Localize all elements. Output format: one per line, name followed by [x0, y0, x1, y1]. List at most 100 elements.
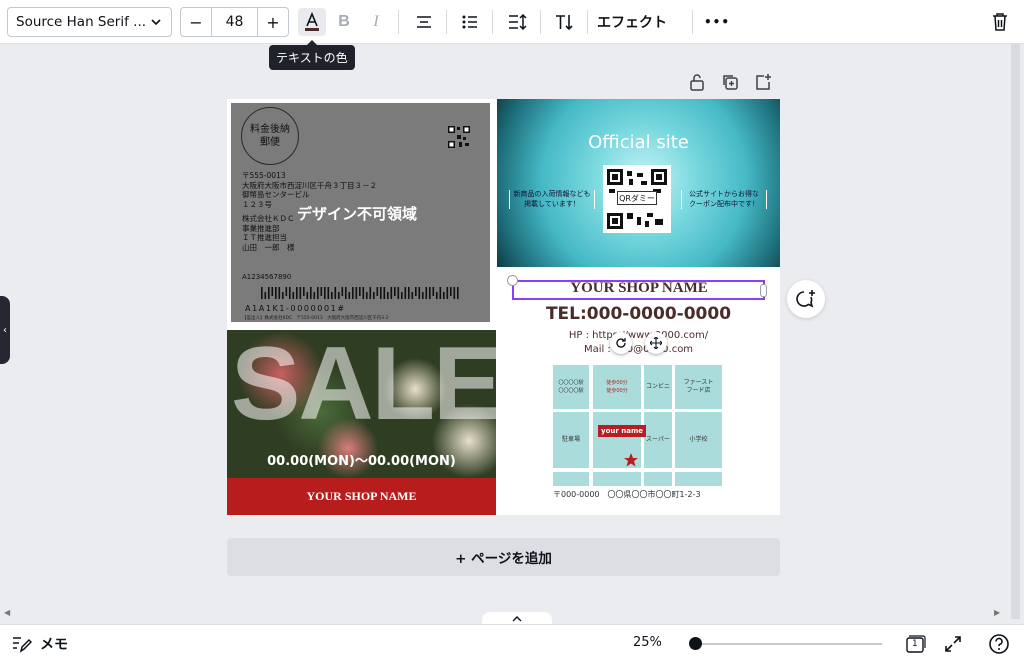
- shop-address[interactable]: 〒000-0000 〇〇県〇〇市〇〇町1-2-3: [553, 489, 701, 500]
- font-size-stepper: − 48 +: [180, 7, 289, 37]
- address-line: ＩＴ推進担当: [242, 233, 287, 242]
- barcode-number: A1234567890: [242, 273, 292, 281]
- map-station: 〇〇〇〇駅 〇〇〇〇駅: [553, 365, 589, 409]
- address-line: 山田 一郎 様: [242, 242, 295, 252]
- mail-text[interactable]: Mail : 000@0000.com: [497, 344, 780, 355]
- lock-page-button[interactable]: [686, 72, 708, 92]
- map-fastfood: ファースト フード店: [675, 365, 722, 409]
- map-block: [593, 472, 641, 486]
- sender-line: 【差出人】株式会社KDC 〒555-0013 大阪府大阪市西淀川区千舟3-2: [242, 316, 389, 321]
- notes-button[interactable]: メモ: [12, 634, 68, 654]
- sale-shop-name[interactable]: YOUR SHOP NAME: [227, 478, 496, 515]
- scrollbar-thumb[interactable]: [1011, 44, 1020, 619]
- move-icon: [650, 337, 662, 349]
- official-site-panel[interactable]: Official site 新商品の入荷情報なども 掲載しています！ 公式サイト…: [497, 99, 780, 267]
- text-color-icon: [305, 11, 319, 31]
- barcode-icon: [261, 287, 459, 299]
- homepage-text[interactable]: HP : https://www.0000.com/: [497, 330, 780, 341]
- help-icon: [989, 634, 1009, 654]
- chevron-down-icon: [151, 19, 161, 26]
- sale-dates: 00.00(MON)〜00.00(MON): [267, 454, 456, 469]
- align-button[interactable]: [410, 8, 438, 36]
- font-size-input[interactable]: 48: [211, 8, 258, 36]
- italic-icon: I: [373, 13, 379, 30]
- list-button[interactable]: [456, 8, 484, 36]
- vertical-text-icon: [556, 15, 573, 31]
- fullscreen-button[interactable]: [941, 632, 965, 656]
- qr-code: QRダミー: [603, 165, 671, 233]
- delete-button[interactable]: [986, 8, 1014, 36]
- no-design-area-label: デザイン不可領域: [297, 205, 418, 223]
- trash-icon: [993, 13, 1007, 31]
- address-area[interactable]: 料金後納 郵便 〒555-0013 大阪府大阪市西淀川区千舟３丁目３－２ 御幣島…: [231, 103, 490, 322]
- page-count: 1: [912, 639, 918, 649]
- sale-banner[interactable]: SALE 00.00(MON)〜00.00(MON): [227, 330, 496, 478]
- tel-text[interactable]: TEL:000-0000-0000: [497, 304, 780, 324]
- map-block: [675, 472, 722, 486]
- unlock-icon: [690, 74, 704, 91]
- duplicate-icon: [723, 75, 738, 90]
- add-comment-button[interactable]: [787, 280, 825, 318]
- map-convenience: コンビニ: [644, 365, 672, 409]
- official-site-title: Official site: [588, 132, 689, 153]
- bold-icon: B: [338, 13, 350, 30]
- toolbar-divider: [692, 10, 693, 34]
- font-size-decrease-button[interactable]: −: [181, 8, 211, 36]
- help-button[interactable]: [987, 632, 1011, 656]
- rotate-icon: [616, 338, 626, 348]
- shop-map[interactable]: 〇〇〇〇駅 〇〇〇〇駅 徒歩00分 徒歩00分 コンビニ ファースト フード店 …: [553, 365, 722, 486]
- add-page-icon: [756, 74, 771, 90]
- vertical-scrollbar[interactable]: [1007, 44, 1024, 619]
- chevron-up-icon: [512, 616, 522, 622]
- scroll-left-icon[interactable]: ◀: [4, 608, 10, 617]
- text-color-button[interactable]: [298, 8, 326, 36]
- map-super: スーパー: [644, 412, 672, 468]
- zoom-percentage[interactable]: 25%: [633, 635, 662, 650]
- add-page-button[interactable]: + ページを追加: [227, 538, 780, 576]
- postage-stamp: 料金後納 郵便: [241, 107, 299, 165]
- address-line: 大阪府大阪市西淀川区千舟３丁目３－２: [242, 180, 377, 190]
- left-note: 新商品の入荷情報なども 掲載しています！: [509, 190, 595, 209]
- shop-name-text[interactable]: YOUR SHOP NAME: [514, 280, 764, 297]
- zoom-slider-handle[interactable]: [689, 637, 702, 650]
- more-options-button[interactable]: •••: [703, 8, 731, 36]
- star-pin-icon: [624, 453, 638, 467]
- map-block: [644, 472, 672, 486]
- add-page-icon-button[interactable]: [752, 72, 774, 92]
- toolbar-divider: [587, 10, 588, 34]
- address-line: 御幣島センタービル: [242, 190, 310, 199]
- bulleted-list-icon: [462, 15, 477, 29]
- tooltip: テキストの色: [269, 40, 355, 70]
- map-walk-time: 徒歩00分 徒歩00分: [593, 365, 641, 409]
- italic-button[interactable]: I: [362, 8, 390, 36]
- bold-button[interactable]: B: [330, 8, 358, 36]
- align-center-icon: [417, 16, 431, 28]
- spacing-button[interactable]: [503, 8, 531, 36]
- duplicate-page-button[interactable]: [719, 72, 741, 92]
- address-line: 〒555-0013: [242, 171, 286, 180]
- notes-icon: [13, 637, 32, 653]
- page-actions: [686, 72, 774, 92]
- right-note: 公式サイトからお得な クーポン配布中です！: [681, 190, 767, 209]
- qr-dummy-label: QRダミー: [617, 191, 657, 205]
- expand-icon: [945, 636, 961, 652]
- zoom-slider-track[interactable]: [692, 643, 882, 645]
- toolbar-divider: [492, 10, 493, 34]
- map-block: [553, 472, 589, 486]
- customer-barcode-text: A1A1K1-0000001#: [245, 304, 346, 313]
- move-button[interactable]: [645, 332, 667, 354]
- rotate-button[interactable]: [610, 332, 632, 354]
- font-family-dropdown[interactable]: Source Han Serif ...: [7, 7, 172, 37]
- side-panel-toggle[interactable]: ‹: [0, 296, 10, 364]
- vertical-text-button[interactable]: [550, 8, 578, 36]
- effects-button[interactable]: エフェクト: [597, 10, 667, 34]
- design-page[interactable]: 料金後納 郵便 〒555-0013 大阪府大阪市西淀川区千舟３丁目３－２ 御幣島…: [227, 99, 780, 515]
- sale-text: SALE: [231, 330, 496, 442]
- notes-label: メモ: [40, 637, 68, 653]
- chevron-left-icon: ‹: [3, 324, 7, 336]
- bottom-bar: メモ 25% 1: [0, 624, 1024, 661]
- font-size-increase-button[interactable]: +: [258, 8, 288, 36]
- comment-plus-icon: [796, 290, 815, 308]
- scroll-right-icon[interactable]: ▶: [994, 608, 1000, 617]
- page-count-button[interactable]: 1: [903, 632, 927, 656]
